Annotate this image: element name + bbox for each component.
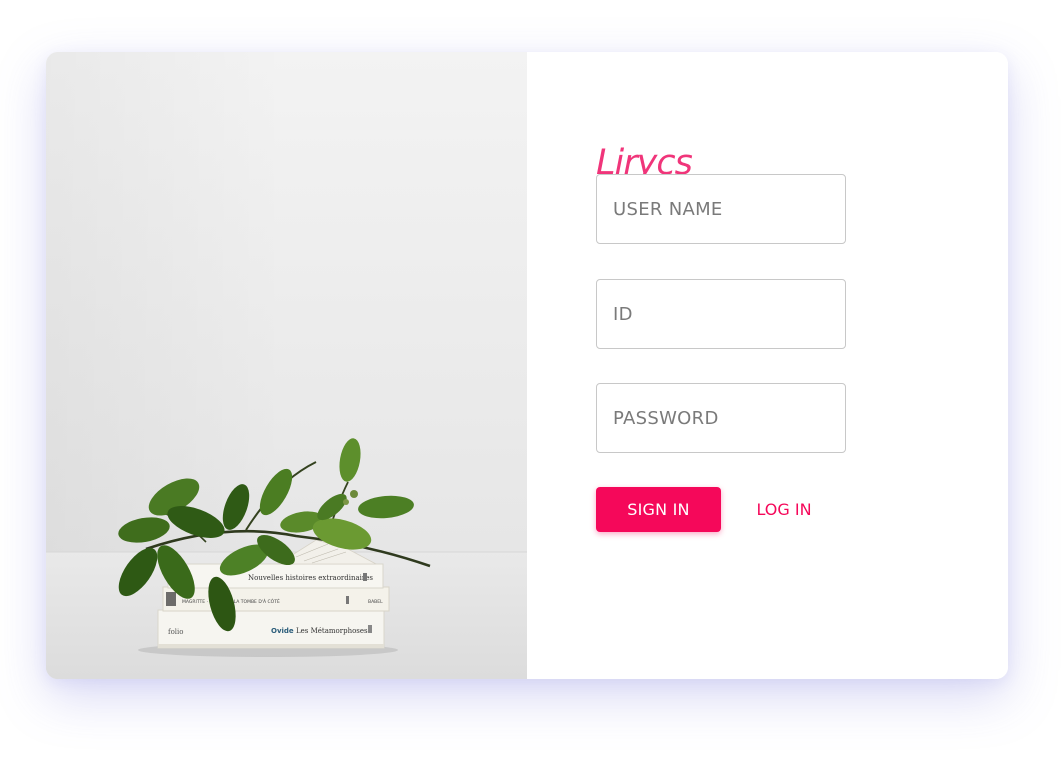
login-card: folio Ovide Les Métamorphoses MAGRITTE ·… <box>46 52 1008 679</box>
page-background: folio Ovide Les Métamorphoses MAGRITTE ·… <box>0 0 1063 764</box>
log-in-button[interactable]: LOG IN <box>744 487 824 532</box>
book-bottom: folio Ovide Les Métamorphoses <box>157 609 385 649</box>
password-input[interactable] <box>596 383 846 453</box>
svg-text:Nouvelles histoires extraordin: Nouvelles histoires extraordinaires <box>248 574 373 582</box>
books-and-leaves-illustration: folio Ovide Les Métamorphoses MAGRITTE ·… <box>46 52 527 679</box>
username-input[interactable] <box>596 174 846 244</box>
id-input[interactable] <box>596 279 846 349</box>
sign-in-button[interactable]: SIGN IN <box>596 487 721 532</box>
hero-photo: folio Ovide Les Métamorphoses MAGRITTE ·… <box>46 52 527 679</box>
svg-text:BABEL: BABEL <box>368 599 383 605</box>
book-middle: MAGRITTE · LE MIC DE LA TOMBE D'À CÔTÉ B… <box>162 586 390 612</box>
svg-text:Ovide: Ovide <box>271 627 294 635</box>
svg-text:Les Métamorphoses: Les Métamorphoses <box>296 627 368 635</box>
svg-text:folio: folio <box>168 628 184 636</box>
